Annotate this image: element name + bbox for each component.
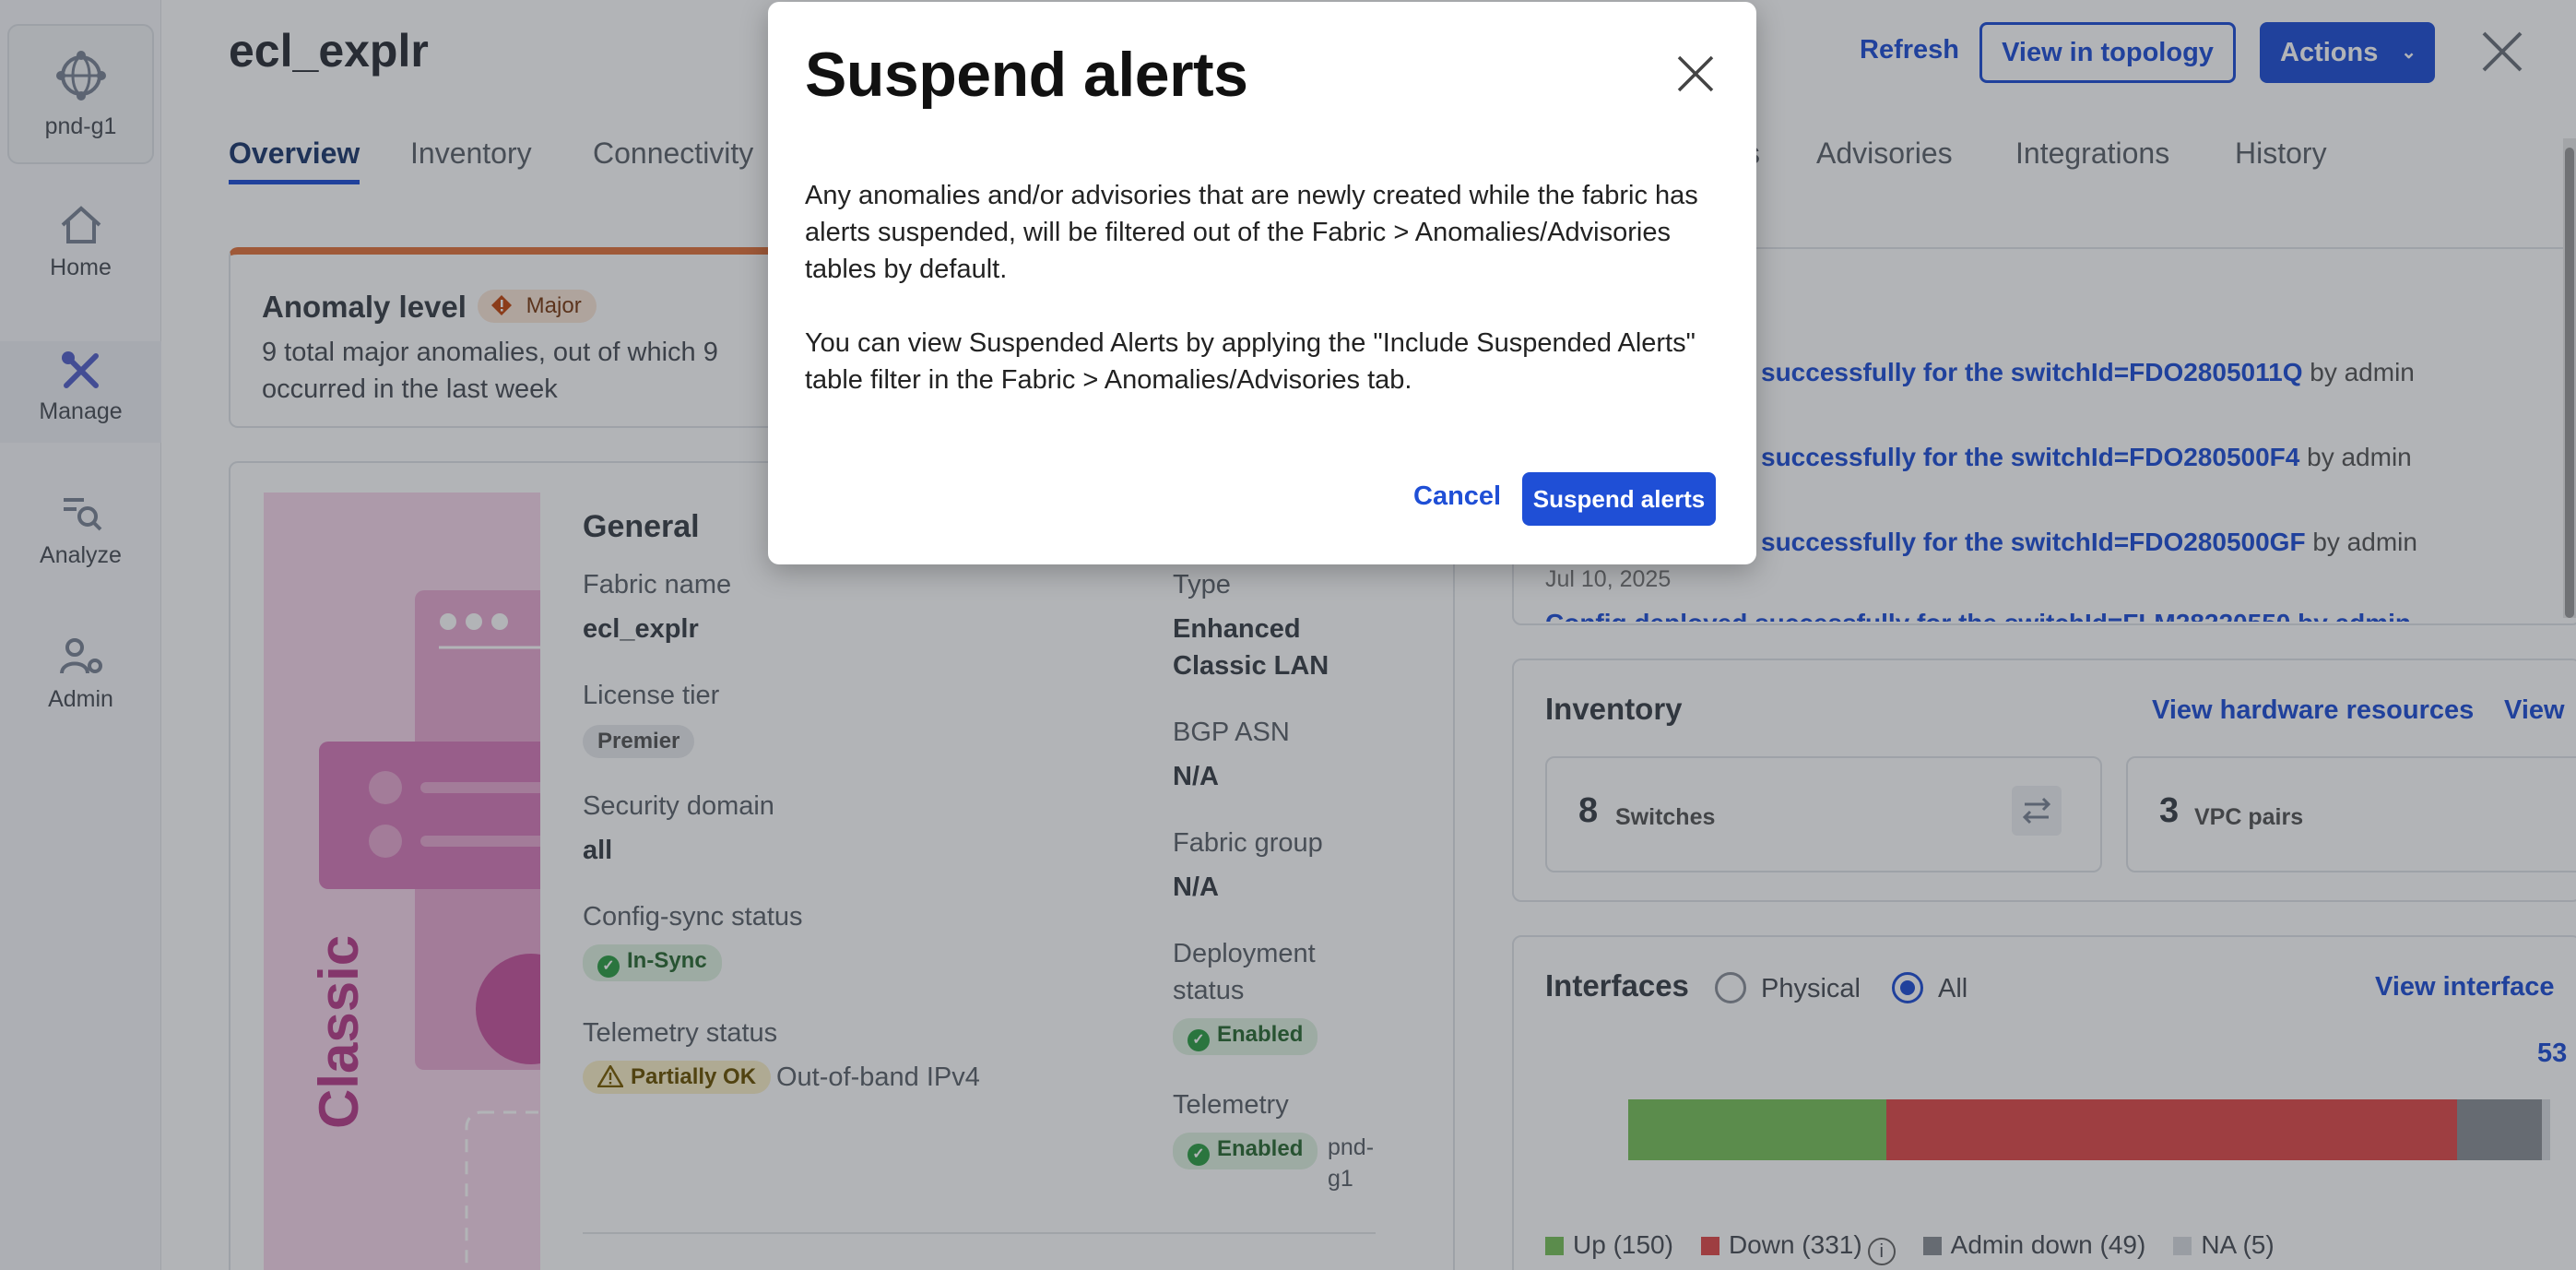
dialog-paragraph-1: Any anomalies and/or advisories that are… [805,181,1698,284]
suspend-alerts-button[interactable]: Suspend alerts [1522,472,1716,526]
cancel-button[interactable]: Cancel [1413,481,1501,512]
dialog-paragraph-2: You can view Suspended Alerts by applyin… [805,328,1696,395]
dialog-body: Any anomalies and/or advisories that are… [805,177,1727,435]
suspend-alerts-dialog: Suspend alerts Any anomalies and/or advi… [768,2,1756,564]
close-icon[interactable] [1673,52,1718,96]
dialog-title: Suspend alerts [805,40,1248,110]
